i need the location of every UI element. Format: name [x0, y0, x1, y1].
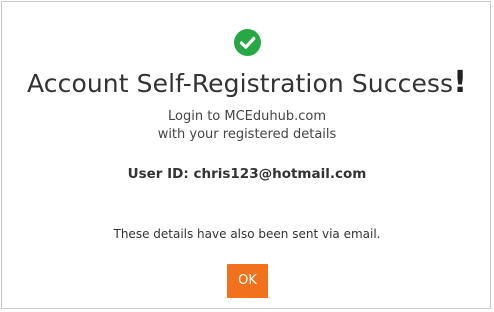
email-sent-note: These details have also been sent via em… — [113, 227, 381, 241]
check-circle-icon — [234, 29, 261, 56]
ok-button[interactable]: OK — [227, 264, 268, 298]
user-id-text: User ID: chris123@hotmail.com — [127, 166, 367, 182]
dialog-title-text: Account Self-Registration Success — [27, 69, 454, 98]
registration-success-dialog: Account Self-Registration Success! Login… — [1, 1, 491, 309]
login-instruction-line1: Login to MCEduhub.com — [167, 109, 326, 124]
dialog-title: Account Self-Registration Success! — [2, 63, 492, 104]
exclamation-mark: ! — [453, 65, 467, 100]
login-instruction-line2: with your registered details — [157, 127, 337, 142]
